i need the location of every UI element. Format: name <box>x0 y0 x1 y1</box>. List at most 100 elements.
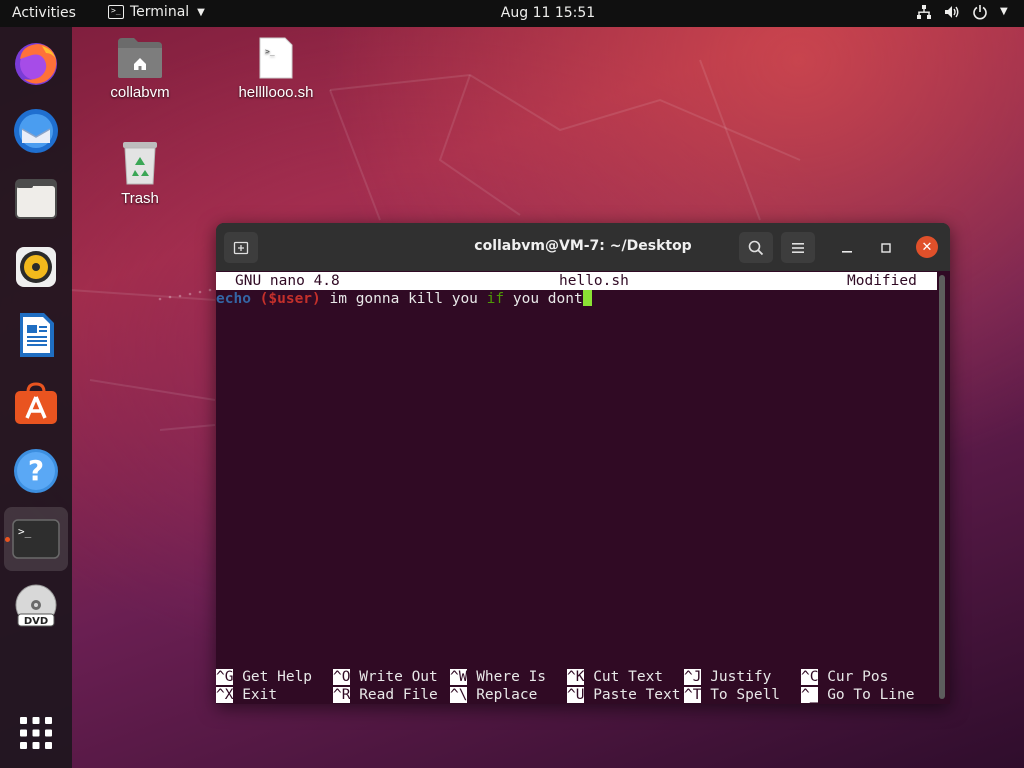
shortcut-key: ^T <box>684 687 702 703</box>
desktop-icon-label: collabvm <box>110 84 170 101</box>
desktop-icon-collabvm[interactable]: collabvm <box>85 36 195 101</box>
system-tray[interactable]: ▼ <box>916 4 1010 20</box>
shortcut-cur-pos: ^C Cur Pos <box>801 668 888 686</box>
close-button[interactable]: ✕ <box>916 236 938 258</box>
shortcut-key: ^C <box>801 669 819 685</box>
minimize-button[interactable] <box>836 237 858 259</box>
code-line[interactable]: echo ($user) im gonna kill you if you do… <box>216 290 592 308</box>
shortcut-key: ^O <box>333 669 351 685</box>
search-button[interactable] <box>739 232 773 263</box>
shortcut-key: ^J <box>684 669 702 685</box>
shortcut-label: To Spell <box>710 687 781 703</box>
shortcut-key: ^_ <box>801 687 819 703</box>
desktop-icon-label: hellllooo.sh <box>238 84 314 101</box>
software-center-icon <box>15 382 57 424</box>
power-icon <box>972 4 988 20</box>
hamburger-menu-icon <box>792 242 804 253</box>
shortcut-label: Read File <box>359 687 438 703</box>
code-paren-close: ) <box>312 291 321 307</box>
shortcut-key: ^\ <box>450 687 468 703</box>
shortcut-label: Justify <box>710 669 772 685</box>
top-bar: Activities >_ Terminal ▼ Aug 11 15:51 ▼ <box>0 0 1024 27</box>
help-icon: ? <box>14 449 58 493</box>
search-icon <box>748 240 764 255</box>
terminal-window[interactable]: collabvm@VM-7: ~/Desktop ✕ GNU nano 4.8 <box>216 223 950 704</box>
shortcut-justify: ^J Justify <box>684 668 771 686</box>
shortcut-to-spell: ^T To Spell <box>684 686 780 704</box>
maximize-button[interactable] <box>875 237 897 259</box>
shortcut-where-is: ^W Where Is <box>450 668 546 686</box>
shortcut-key: ^R <box>333 687 351 703</box>
shortcut-key: ^G <box>216 669 234 685</box>
maximize-icon <box>881 243 891 253</box>
code-text: im gonna kill you <box>320 291 487 307</box>
scrollbar[interactable] <box>939 275 945 699</box>
code-variable: $user <box>268 291 313 307</box>
network-icon <box>916 4 932 20</box>
shortcut-go-to-line: ^_ Go To Line <box>801 686 915 704</box>
trash-icon <box>121 140 159 186</box>
menu-button[interactable] <box>781 232 815 263</box>
dock-item-show-apps[interactable] <box>10 707 62 759</box>
dock: ? >_ DVD <box>0 27 72 768</box>
nano-editor[interactable]: GNU nano 4.8 hello.sh Modified echo ($us… <box>216 271 950 704</box>
shortcut-write-out: ^O Write Out <box>333 668 438 686</box>
dock-item-files[interactable] <box>10 173 62 225</box>
shortcut-label: Cur Pos <box>827 669 889 685</box>
desktop-icon-script[interactable]: >_ hellllooo.sh <box>221 36 331 101</box>
dock-item-rhythmbox[interactable] <box>10 241 62 293</box>
clock[interactable]: Aug 11 15:51 <box>0 5 1024 21</box>
shortcut-label: Get Help <box>242 669 313 685</box>
dock-item-thunderbird[interactable] <box>10 105 62 157</box>
dock-item-dvd[interactable]: DVD <box>10 581 62 633</box>
code-keyword-if: if <box>486 291 505 307</box>
shortcut-get-help: ^G Get Help <box>216 668 312 686</box>
svg-text:>_: >_ <box>18 525 32 538</box>
dock-item-terminal[interactable]: >_ <box>4 507 68 571</box>
dock-item-software[interactable] <box>10 377 62 429</box>
shortcut-read-file: ^R Read File <box>333 686 438 704</box>
dock-item-help[interactable]: ? <box>10 445 62 497</box>
terminal-titlebar[interactable]: collabvm@VM-7: ~/Desktop ✕ <box>216 223 950 271</box>
minimize-icon <box>842 251 852 253</box>
libreoffice-writer-icon <box>20 313 54 357</box>
shortcut-cut-text: ^K Cut Text <box>567 668 663 686</box>
running-indicator <box>5 537 10 542</box>
nano-version: GNU nano 4.8 <box>235 273 340 289</box>
text-cursor <box>582 290 592 306</box>
shortcut-key: ^X <box>216 687 234 703</box>
shortcut-label: Exit <box>242 687 278 703</box>
code-keyword-echo: echo <box>216 291 251 307</box>
rhythmbox-icon <box>16 247 56 287</box>
svg-text:>_: >_ <box>265 47 275 56</box>
dock-item-writer[interactable] <box>10 309 62 361</box>
code-text: you dont <box>504 291 583 307</box>
svg-text:?: ? <box>28 454 44 487</box>
svg-text:DVD: DVD <box>24 616 48 627</box>
script-file-icon: >_ <box>257 36 295 80</box>
terminal-icon: >_ <box>12 519 60 559</box>
shortcut-paste-text: ^U Paste Text <box>567 686 681 704</box>
thunderbird-icon <box>14 109 58 153</box>
dvd-icon: DVD <box>15 584 57 627</box>
home-folder-icon <box>116 36 164 80</box>
shortcut-key: ^U <box>567 687 585 703</box>
shortcut-label: Go To Line <box>827 687 915 703</box>
nano-status: Modified <box>847 273 917 289</box>
shortcut-label: Paste Text <box>593 687 681 703</box>
shortcut-label: Where Is <box>476 669 547 685</box>
close-icon: ✕ <box>921 239 933 254</box>
nano-header: GNU nano 4.8 hello.sh Modified <box>216 272 937 290</box>
shortcut-key: ^K <box>567 669 585 685</box>
shortcut-label: Write Out <box>359 669 438 685</box>
firefox-icon <box>15 43 57 85</box>
shortcut-label: Replace <box>476 687 538 703</box>
dock-item-firefox[interactable] <box>10 37 62 89</box>
desktop-icon-trash[interactable]: Trash <box>85 140 195 207</box>
shortcut-key: ^W <box>450 669 468 685</box>
nano-filename: hello.sh <box>559 273 629 289</box>
desktop-icon-label: Trash <box>121 190 159 207</box>
shortcut-replace: ^\ Replace <box>450 686 537 704</box>
chevron-down-icon: ▼ <box>1000 6 1008 17</box>
shortcut-exit: ^X Exit <box>216 686 277 704</box>
